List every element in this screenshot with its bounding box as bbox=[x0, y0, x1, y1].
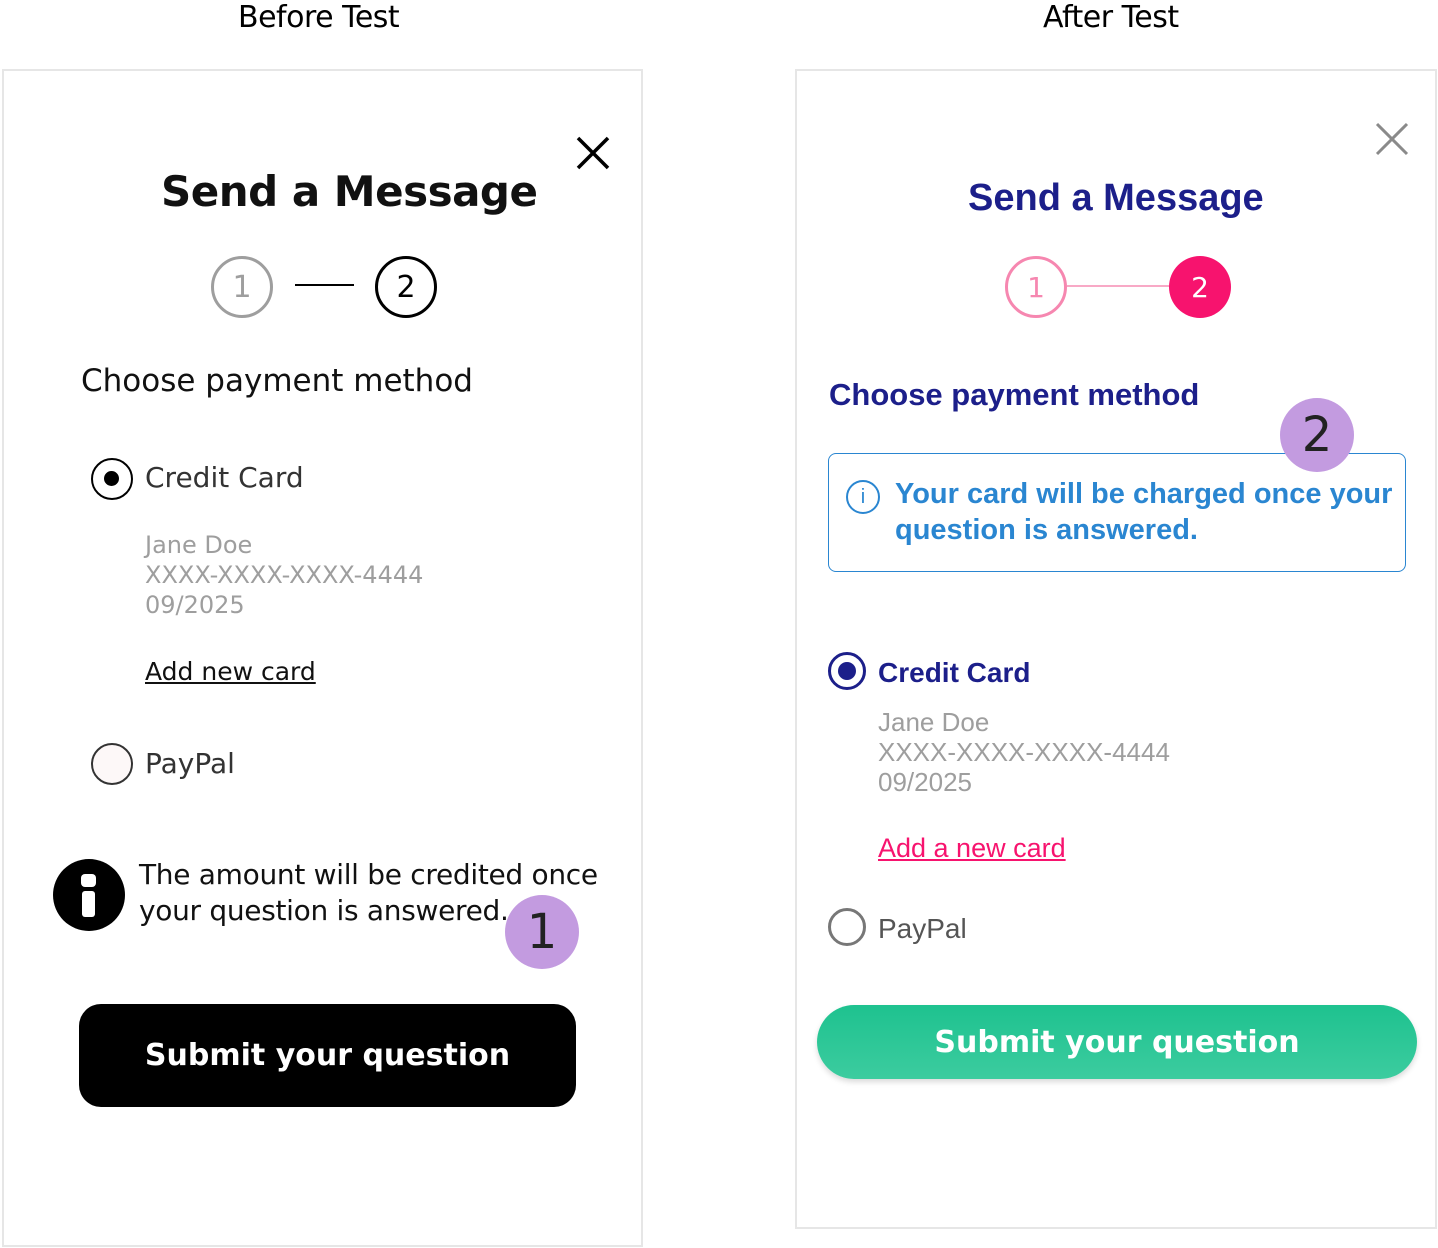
caption-after: After Test bbox=[1043, 0, 1179, 35]
add-card-link[interactable]: Add new card bbox=[145, 657, 316, 686]
info-icon-bar bbox=[82, 891, 95, 917]
credit-card-radio[interactable] bbox=[91, 458, 133, 500]
step-connector bbox=[295, 284, 354, 286]
close-icon[interactable] bbox=[575, 135, 611, 171]
before-panel: Send a Message 1 2 Choose payment method… bbox=[2, 69, 643, 1247]
step-1: 1 bbox=[211, 256, 273, 318]
submit-button[interactable]: Submit your question bbox=[817, 1005, 1417, 1079]
step-2: 2 bbox=[1169, 256, 1231, 318]
submit-button-label: Submit your question bbox=[934, 1024, 1300, 1060]
paypal-label: PayPal bbox=[145, 747, 235, 780]
paypal-label: PayPal bbox=[878, 913, 967, 944]
card-expiry: 09/2025 bbox=[145, 591, 245, 619]
credit-card-label: Credit Card bbox=[145, 461, 304, 494]
notice-text: Your card will be charged once your ques… bbox=[895, 476, 1392, 548]
submit-button-label: Submit your question bbox=[144, 1038, 511, 1073]
close-icon[interactable] bbox=[1375, 122, 1409, 156]
info-icon: i bbox=[846, 480, 880, 514]
step-2-label: 2 bbox=[396, 269, 416, 305]
saved-card: Jane Doe XXXX-XXXX-XXXX-4444 09/2025 bbox=[878, 707, 1170, 797]
notice-line-1: Your card will be charged once your bbox=[895, 478, 1393, 510]
after-panel: Send a Message 1 2 Choose payment method… bbox=[795, 69, 1437, 1229]
info-icon bbox=[53, 859, 125, 931]
step-2-label: 2 bbox=[1191, 270, 1209, 304]
info-line-1: The amount will be credited once bbox=[139, 858, 598, 891]
credit-card-radio[interactable] bbox=[828, 652, 866, 690]
add-card-link[interactable]: Add a new card bbox=[878, 833, 1066, 864]
paypal-radio[interactable] bbox=[91, 743, 133, 785]
card-name: Jane Doe bbox=[878, 707, 990, 737]
card-number: XXXX-XXXX-XXXX-4444 bbox=[145, 561, 424, 589]
saved-card: Jane Doe XXXX-XXXX-XXXX-4444 09/2025 bbox=[145, 530, 423, 620]
submit-button[interactable]: Submit your question bbox=[79, 1004, 576, 1107]
section-heading: Choose payment method bbox=[81, 363, 473, 399]
card-number: XXXX-XXXX-XXXX-4444 bbox=[878, 737, 1170, 767]
paypal-radio[interactable] bbox=[828, 908, 866, 946]
section-heading: Choose payment method bbox=[829, 377, 1200, 412]
modal-title: Send a Message bbox=[968, 177, 1264, 219]
caption-before: Before Test bbox=[238, 0, 400, 35]
info-icon-dot bbox=[81, 874, 96, 887]
card-expiry: 09/2025 bbox=[878, 767, 972, 797]
radio-dot bbox=[838, 662, 856, 680]
card-name: Jane Doe bbox=[145, 531, 253, 559]
credit-card-label: Credit Card bbox=[878, 657, 1031, 688]
radio-dot bbox=[104, 471, 119, 486]
step-2: 2 bbox=[375, 256, 437, 318]
step-1-label: 1 bbox=[232, 269, 252, 305]
annotation-badge-2: 2 bbox=[1280, 398, 1354, 472]
step-connector bbox=[1067, 285, 1169, 287]
modal-title: Send a Message bbox=[161, 167, 538, 216]
notice-line-2: question is answered. bbox=[895, 514, 1198, 546]
step-1-label: 1 bbox=[1027, 270, 1045, 304]
annotation-badge-1: 1 bbox=[505, 895, 579, 969]
step-1: 1 bbox=[1005, 256, 1067, 318]
